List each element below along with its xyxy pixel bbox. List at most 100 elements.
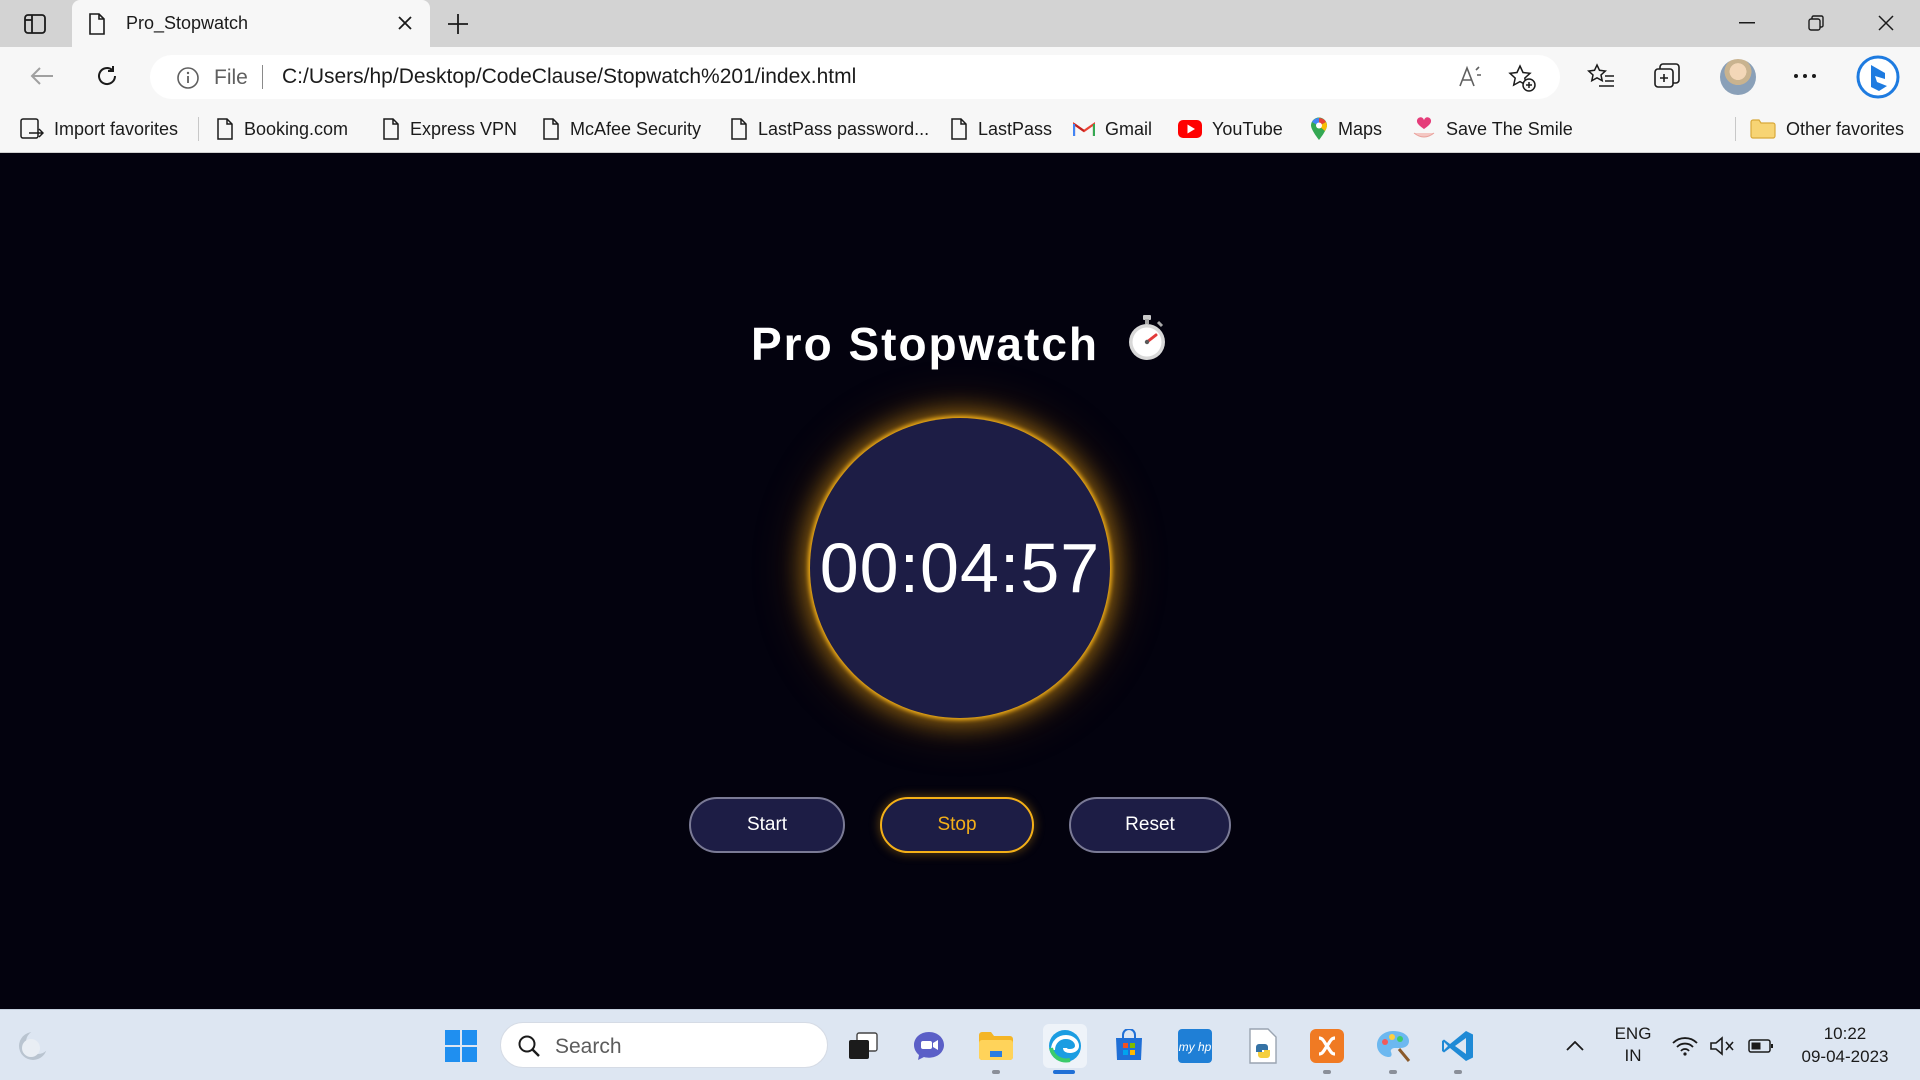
favorite-label: LastPass password... <box>758 118 930 139</box>
tab-actions-button[interactable] <box>20 10 50 38</box>
clock[interactable]: 10:22 09-04-2023 <box>1790 1022 1900 1068</box>
volume-status[interactable] <box>1708 1027 1738 1065</box>
address-divider <box>262 65 263 89</box>
other-favorites-folder[interactable]: Other favorites <box>1750 115 1904 143</box>
minimize-button[interactable] <box>1725 8 1769 38</box>
folder-icon <box>979 1032 1013 1060</box>
title-text: Pro Stopwatch <box>750 317 1100 370</box>
close-window-button[interactable] <box>1864 8 1908 38</box>
favorite-lastpass[interactable]: LastPass <box>950 115 1052 143</box>
collections-button[interactable] <box>1650 59 1684 93</box>
file-explorer-button[interactable] <box>977 1027 1015 1065</box>
favorites-divider <box>198 117 199 141</box>
back-arrow-icon <box>30 67 53 85</box>
wifi-status[interactable] <box>1670 1027 1700 1065</box>
back-button[interactable] <box>25 59 59 93</box>
chat-icon <box>914 1032 944 1060</box>
running-indicator <box>1323 1070 1331 1074</box>
teams-chat-button[interactable] <box>910 1027 948 1065</box>
new-tab-button[interactable] <box>443 9 473 39</box>
myhp-button[interactable]: my hp <box>1176 1027 1214 1065</box>
myhp-icon: my hp <box>1178 1029 1212 1063</box>
xampp-button[interactable] <box>1308 1027 1346 1065</box>
search-icon <box>517 1034 541 1063</box>
refresh-button[interactable] <box>90 59 124 93</box>
add-favorite-icon[interactable] <box>1508 64 1536 97</box>
favorite-express-vpn[interactable]: Express VPN <box>382 115 517 143</box>
show-hidden-icons-button[interactable] <box>1556 1027 1594 1065</box>
refresh-icon <box>98 66 117 85</box>
favorite-mcafee[interactable]: McAfee Security <box>542 115 701 143</box>
page-icon <box>383 118 399 140</box>
page-icon <box>731 118 747 140</box>
volume-muted-icon <box>1710 1036 1734 1056</box>
stopwatch-emoji-icon <box>1125 314 1169 373</box>
favorite-label: Gmail <box>1105 118 1153 139</box>
taskbar-search[interactable]: Search <box>500 1022 828 1068</box>
input-language[interactable]: ENG IN <box>1606 1024 1660 1066</box>
favorite-lastpass-password[interactable]: LastPass password... <box>730 115 929 143</box>
plus-icon <box>448 14 468 34</box>
weather-widget[interactable] <box>14 1027 52 1065</box>
favorite-gmail[interactable]: Gmail <box>1073 115 1152 143</box>
favorite-label: YouTube <box>1212 118 1283 139</box>
page-icon <box>217 118 233 140</box>
minimize-icon <box>1739 22 1755 24</box>
wifi-icon <box>1672 1037 1698 1056</box>
favorites-divider <box>1735 117 1736 141</box>
python-file-icon <box>1249 1028 1277 1064</box>
import-favorites-icon <box>20 118 44 139</box>
favorite-save-the-smile[interactable]: Save The Smile <box>1412 115 1573 143</box>
edge-button[interactable] <box>1043 1024 1087 1068</box>
elapsed-time: 00:04:57 <box>819 529 1101 607</box>
bing-chat-button[interactable] <box>1854 53 1902 101</box>
page-icon <box>951 118 967 140</box>
python-file-button[interactable] <box>1244 1027 1282 1065</box>
favorite-label: LastPass <box>978 118 1053 139</box>
folder-icon <box>1750 119 1776 139</box>
url-text[interactable]: C:/Users/hp/Desktop/CodeClause/Stopwatch… <box>282 65 856 89</box>
running-indicator <box>1454 1070 1462 1074</box>
clock-time: 10:22 <box>1823 1024 1867 1043</box>
favorite-import[interactable]: Import favorites <box>20 115 178 143</box>
favorite-label: Express VPN <box>410 118 518 139</box>
close-tab-icon[interactable] <box>394 12 416 34</box>
battery-icon <box>1748 1039 1773 1053</box>
vscode-button[interactable] <box>1439 1027 1477 1065</box>
more-options-button[interactable] <box>1788 59 1822 93</box>
page-icon <box>543 118 559 140</box>
start-button[interactable]: Start <box>689 797 845 853</box>
tab-actions-icon <box>24 14 46 34</box>
stop-button[interactable]: Stop <box>880 797 1034 853</box>
stopwatch-dial: 00:04:57 <box>810 418 1110 718</box>
address-bar[interactable]: File C:/Users/hp/Desktop/CodeClause/Stop… <box>150 55 1560 99</box>
gmail-icon <box>1073 121 1095 136</box>
start-menu-button[interactable] <box>442 1027 480 1065</box>
favorite-label: Booking.com <box>244 118 349 139</box>
microsoft-store-button[interactable] <box>1110 1027 1148 1065</box>
reset-button[interactable]: Reset <box>1069 797 1231 853</box>
favorite-maps[interactable]: Maps <box>1310 115 1382 143</box>
battery-status[interactable] <box>1746 1027 1776 1065</box>
favorite-label: Import favorites <box>54 118 179 139</box>
other-favorites-label: Other favorites <box>1786 118 1905 139</box>
paint-button[interactable] <box>1374 1027 1412 1065</box>
browser-toolbar: File C:/Users/hp/Desktop/CodeClause/Stop… <box>0 47 1920 105</box>
task-view-button[interactable] <box>844 1027 882 1065</box>
store-icon <box>1116 1029 1142 1060</box>
read-aloud-icon[interactable] <box>1458 64 1484 95</box>
profile-avatar[interactable] <box>1720 59 1756 95</box>
favorites-button[interactable] <box>1584 59 1618 93</box>
info-icon[interactable] <box>176 66 200 95</box>
favorite-youtube[interactable]: YouTube <box>1178 115 1283 143</box>
paint-palette-icon <box>1377 1031 1411 1062</box>
favorite-label: Save The Smile <box>1446 118 1573 139</box>
restore-icon <box>1808 15 1824 31</box>
chevron-up-icon <box>1566 1041 1584 1051</box>
running-indicator <box>1389 1070 1397 1074</box>
restore-button[interactable] <box>1794 8 1838 38</box>
search-placeholder: Search <box>555 1035 622 1058</box>
browser-tab[interactable]: Pro_Stopwatch <box>72 0 430 47</box>
favorite-booking[interactable]: Booking.com <box>216 115 348 143</box>
stopwatch-page: Pro Stopwatch 00:04:57 Start Stop Reset <box>0 154 1920 1009</box>
